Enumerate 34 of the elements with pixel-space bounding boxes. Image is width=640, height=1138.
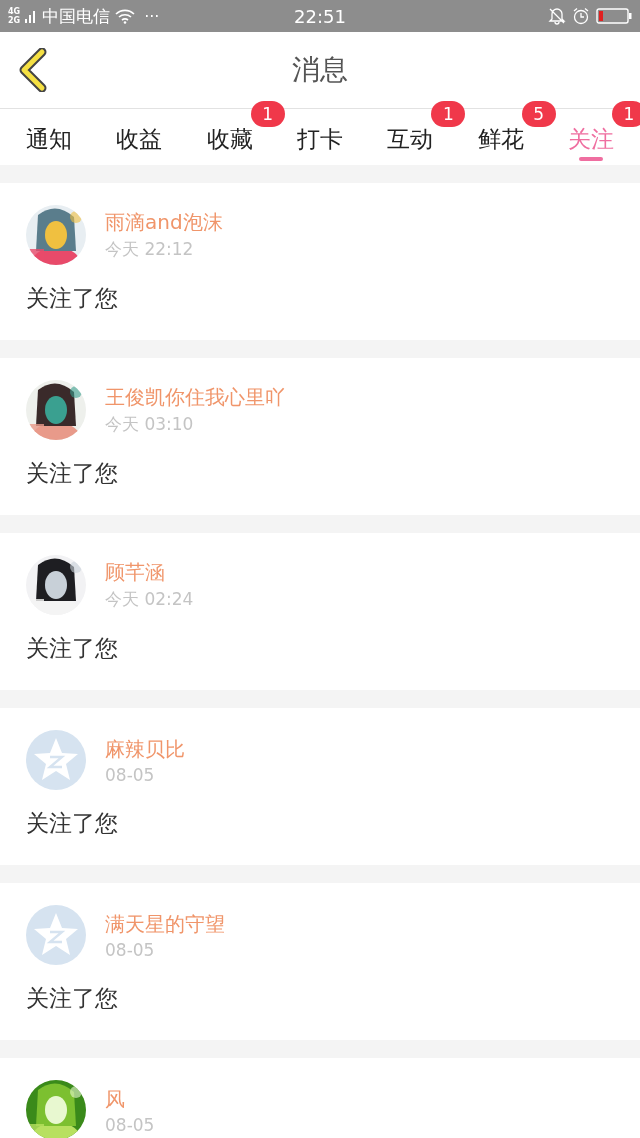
message-time: 08-05	[105, 1114, 155, 1135]
message-time: 今天 22:12	[105, 238, 195, 261]
count-badge: 1	[611, 101, 640, 127]
tab[interactable]: 打卡	[283, 119, 357, 155]
battery-icon	[596, 8, 632, 24]
message-time: 08-05	[105, 939, 156, 960]
bell-off-icon	[548, 7, 566, 25]
message-text: 关注了您	[26, 809, 119, 838]
tab-indicator	[578, 157, 603, 161]
count-badge: 1	[250, 101, 285, 127]
tab[interactable]: 收益	[102, 119, 177, 155]
message-text: 关注了您	[26, 459, 119, 488]
message-card[interactable]: 雨滴and泡沫 今天 22:12 关注了您	[0, 183, 640, 340]
page-title: 消息	[292, 52, 348, 88]
wifi-icon	[115, 8, 136, 24]
message-text: 关注了您	[26, 284, 119, 313]
message-card[interactable]: 满天星的守望 08-05 关注了您	[0, 883, 640, 1040]
signal-icon	[25, 9, 38, 23]
carrier-name: 中国电信	[42, 4, 111, 28]
count-badge: 1	[431, 101, 466, 127]
message-time: 今天 02:24	[105, 588, 194, 611]
clock-time: 22:51	[294, 5, 346, 27]
more-indicator: ···	[144, 6, 160, 26]
message-text: 关注了您	[26, 984, 119, 1013]
count-badge: 5	[521, 101, 556, 127]
network-type: 4G 2G	[8, 7, 21, 25]
message-card[interactable]: 王俊凯你住我心里吖 今天 03:10 关注了您	[0, 358, 640, 515]
message-time: 今天 03:10	[105, 413, 195, 436]
message-time: 08-05	[105, 764, 156, 785]
alarm-icon	[572, 7, 590, 25]
message-text: 关注了您	[26, 634, 119, 663]
tab[interactable]: 通知	[12, 119, 86, 155]
message-card[interactable]: 顾芊涵 今天 02:24 关注了您	[0, 533, 640, 690]
message-card[interactable]: 麻辣贝比 08-05 关注了您	[0, 708, 640, 865]
